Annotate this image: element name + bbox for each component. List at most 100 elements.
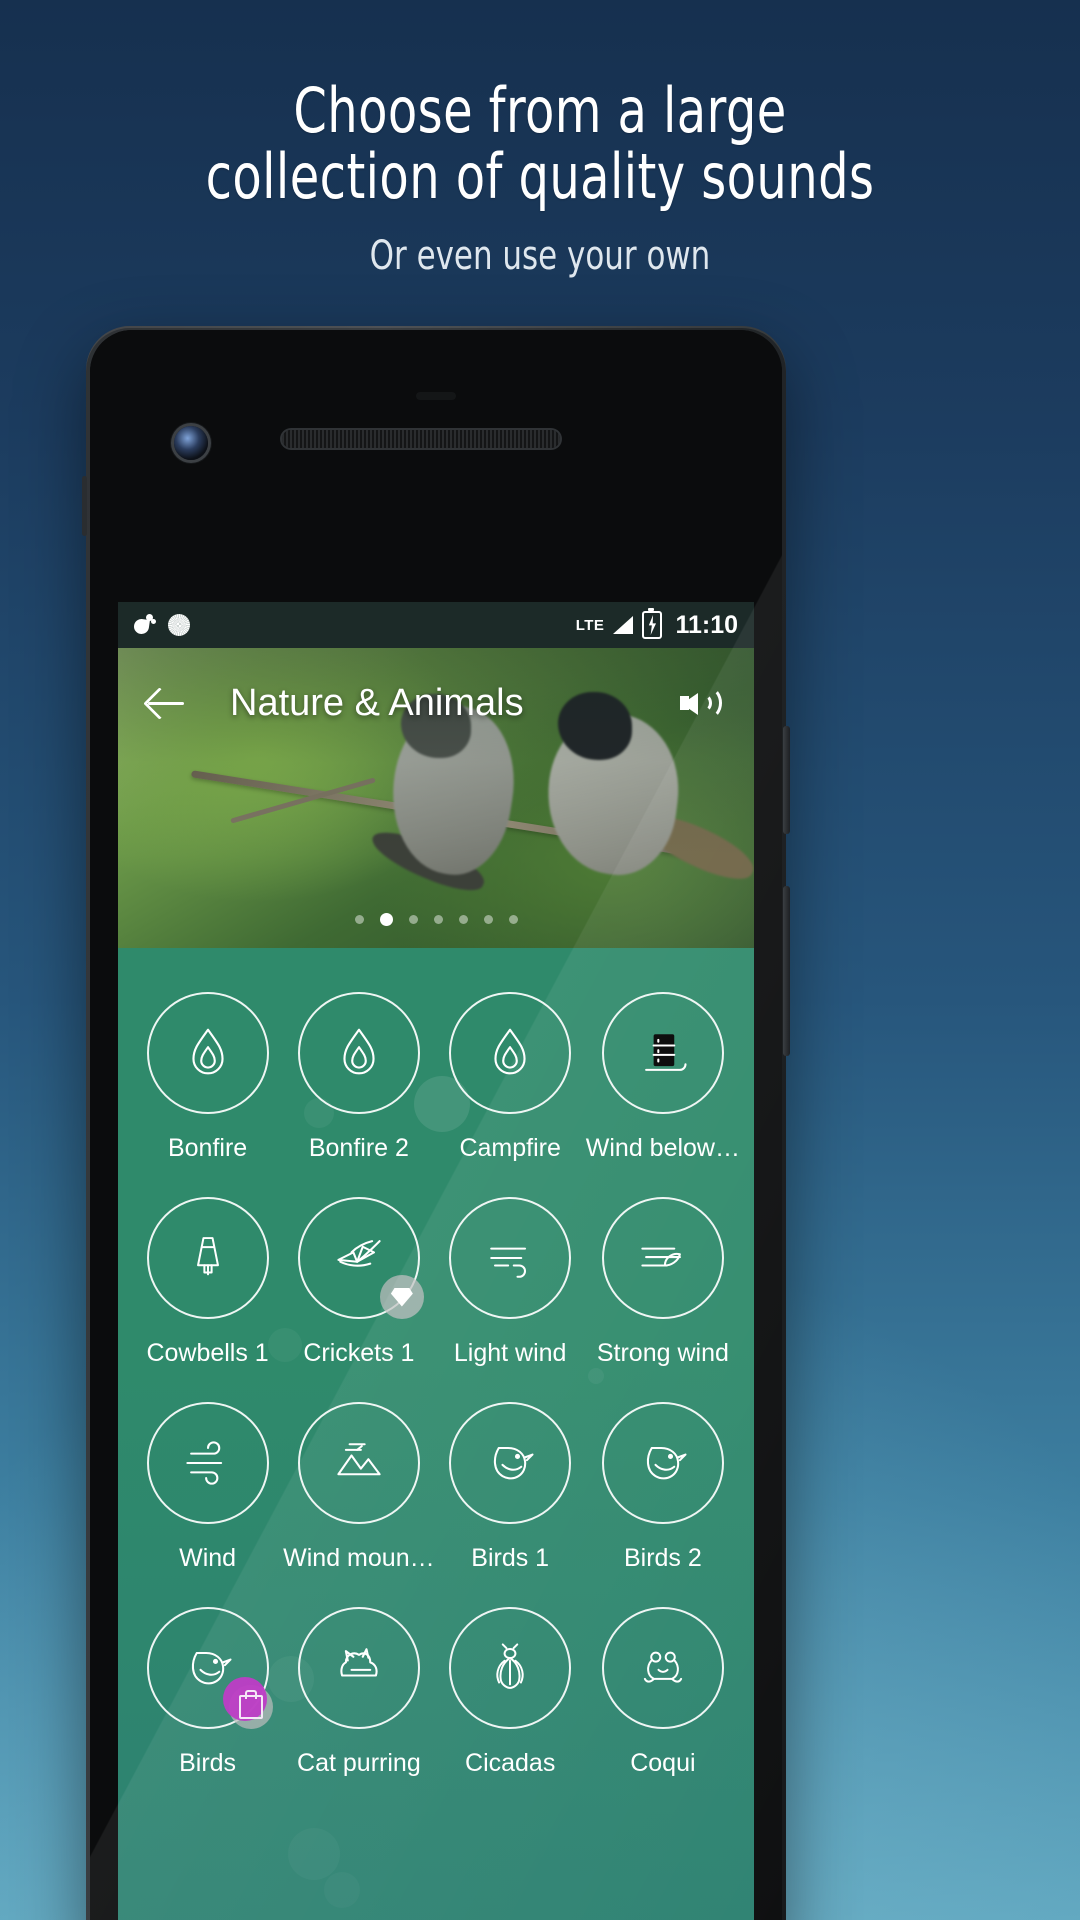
shopping-bag-icon <box>238 1690 263 1719</box>
sound-tile-ring[interactable] <box>449 1607 572 1729</box>
sound-tile[interactable]: Cowbells 1 <box>132 1197 283 1368</box>
cicada-icon <box>496 1643 524 1689</box>
carousel-dot[interactable] <box>483 915 493 924</box>
sync-icon <box>168 614 190 636</box>
phone-mockup: LTE 11:10 Nature & Animals Bonfire Bonfi… <box>82 326 790 1920</box>
sound-tile-ring[interactable] <box>297 1402 420 1524</box>
sound-tile[interactable]: Birds 1 <box>435 1402 586 1573</box>
sound-tile-label: Cowbells 1 <box>146 1339 269 1367</box>
strong-wind-icon <box>641 1247 681 1267</box>
sound-tile[interactable]: Wind below… <box>586 992 740 1163</box>
sound-grid-container: Bonfire Bonfire 2 Campfire Wind below… Cowbe… <box>118 948 754 1920</box>
sound-tile-label: Bonfire <box>167 1134 248 1162</box>
leaf-icon <box>134 614 156 636</box>
sound-tile-ring[interactable] <box>297 1607 420 1729</box>
sound-grid: Bonfire Bonfire 2 Campfire Wind below… Cowbe… <box>118 948 754 1778</box>
carousel-dot[interactable] <box>433 915 443 924</box>
bokeh-decoration <box>288 1828 340 1880</box>
door-icon <box>644 1034 687 1071</box>
volume-icon[interactable] <box>680 681 728 725</box>
sound-tile-ring[interactable] <box>297 1197 424 1319</box>
premium-gem-badge[interactable] <box>379 1275 424 1319</box>
sound-tile[interactable]: Wind <box>132 1402 283 1573</box>
promo-headline-line1: Choose from a large <box>293 74 787 147</box>
sound-tile[interactable]: Coqui <box>586 1607 740 1778</box>
cowbell-icon <box>196 1237 219 1276</box>
sound-tile[interactable]: Wind moun… <box>283 1402 435 1573</box>
proximity-sensor-icon <box>416 392 456 400</box>
sound-tile-label: Wind moun… <box>283 1544 435 1572</box>
back-arrow-icon[interactable] <box>144 680 190 726</box>
sound-tile-ring[interactable] <box>601 1607 724 1729</box>
battery-charging-icon <box>642 608 663 639</box>
bird-icon <box>494 1446 534 1480</box>
promo-subhead: Or even use your own <box>369 233 711 279</box>
sound-tile-ring[interactable] <box>449 992 572 1114</box>
promo-headline-line2: collection of quality sounds <box>205 140 875 213</box>
sound-tile-ring[interactable] <box>146 992 269 1114</box>
phone-power-button <box>783 726 790 834</box>
flame-icon <box>494 1028 526 1075</box>
frog-icon <box>643 1651 682 1683</box>
sound-tile-label: Cat purring <box>297 1749 421 1777</box>
sound-tile-label: Strong wind <box>596 1339 729 1367</box>
flame-icon <box>191 1028 224 1075</box>
sound-tile-ring[interactable] <box>146 1402 269 1524</box>
sound-tile[interactable]: Crickets 1 <box>283 1197 434 1368</box>
cat-icon <box>340 1648 378 1677</box>
sound-tile-ring[interactable] <box>601 1402 724 1524</box>
status-bar: LTE 11:10 <box>118 602 754 648</box>
promo-screenshot: Choose from a large collection of qualit… <box>0 0 1080 1920</box>
phone-volume-button <box>783 886 790 1056</box>
sound-tile-ring[interactable] <box>146 1607 273 1729</box>
phone-top-bezel <box>90 330 782 602</box>
sound-tile-ring[interactable] <box>601 1197 724 1319</box>
cricket-icon <box>337 1240 381 1267</box>
carousel-dot[interactable] <box>458 915 468 924</box>
sound-tile[interactable]: Campfire <box>435 992 586 1163</box>
sound-tile[interactable]: Birds <box>132 1607 283 1778</box>
sound-tile-label: Cicadas <box>465 1749 556 1777</box>
wind-icon <box>490 1247 527 1278</box>
sound-tile[interactable]: Cat purring <box>283 1607 434 1778</box>
carousel-dot[interactable] <box>508 915 518 924</box>
wind-lines-icon <box>185 1441 222 1485</box>
sound-tile-ring[interactable] <box>146 1197 269 1319</box>
sound-tile-ring[interactable] <box>449 1197 572 1319</box>
phone-screen: LTE 11:10 Nature & Animals Bonfire Bonfi… <box>118 602 754 1920</box>
bokeh-decoration <box>324 1872 360 1908</box>
sound-tile-label: Bonfire 2 <box>308 1134 409 1162</box>
promo-copy: Choose from a large collection of qualit… <box>0 0 1080 279</box>
sound-tile[interactable]: Light wind <box>435 1197 586 1368</box>
category-hero-banner: Nature & Animals <box>118 648 754 948</box>
sound-tile[interactable]: Bonfire <box>132 992 283 1163</box>
sound-tile-ring[interactable] <box>601 992 724 1114</box>
sound-tile-label: Coqui <box>630 1749 696 1777</box>
flame-icon <box>343 1028 375 1075</box>
sound-tile-ring[interactable] <box>297 992 420 1114</box>
purchase-badge[interactable] <box>222 1677 273 1729</box>
earpiece-speaker-icon <box>282 430 560 448</box>
sound-tile[interactable]: Strong wind <box>586 1197 740 1368</box>
sound-tile-ring[interactable] <box>449 1402 572 1524</box>
carousel-dot[interactable] <box>408 915 418 924</box>
mountain-wind-icon <box>337 1443 381 1476</box>
sound-tile-label: Wind below… <box>585 1134 740 1162</box>
sound-tile-label: Birds <box>179 1749 237 1777</box>
carousel-dots[interactable] <box>118 913 754 926</box>
promo-headline: Choose from a large collection of qualit… <box>76 0 1005 210</box>
phone-left-trim <box>82 476 87 536</box>
sound-tile-label: Campfire <box>459 1134 561 1162</box>
page-title: Nature & Animals <box>230 681 524 724</box>
carousel-dot[interactable] <box>379 913 393 926</box>
sound-tile-label: Wind <box>179 1544 237 1572</box>
sound-tile-label: Crickets 1 <box>303 1339 415 1367</box>
carousel-dot[interactable] <box>354 915 364 924</box>
status-bar-clock: 11:10 <box>675 610 738 639</box>
network-label: LTE <box>575 616 605 634</box>
sound-tile[interactable]: Cicadas <box>435 1607 586 1778</box>
front-camera-icon <box>174 426 208 460</box>
signal-bars-icon <box>613 616 634 634</box>
sound-tile[interactable]: Birds 2 <box>586 1402 740 1573</box>
sound-tile[interactable]: Bonfire 2 <box>283 992 434 1163</box>
